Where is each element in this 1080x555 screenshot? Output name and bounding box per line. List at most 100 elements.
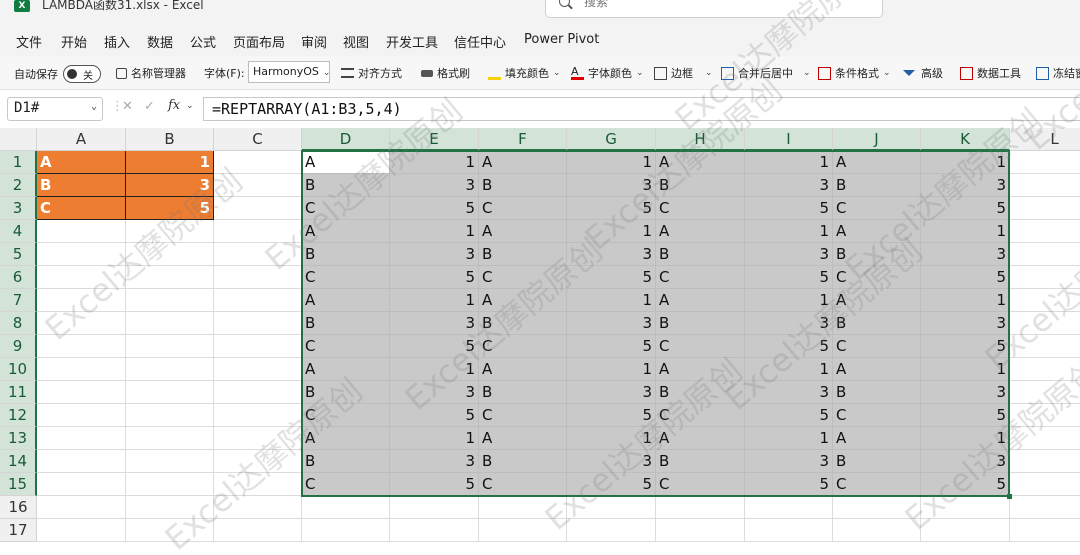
row-header-9[interactable]: 9 (0, 335, 37, 358)
cell-d10[interactable]: A (302, 358, 390, 381)
fill-handle[interactable] (1007, 494, 1012, 499)
cell-a15[interactable] (37, 473, 126, 496)
cell-l15[interactable] (1010, 473, 1080, 496)
chevron-down-icon[interactable]: ⌄ (91, 101, 97, 112)
menu-file[interactable]: 文件 (16, 32, 42, 51)
font-select[interactable]: HarmonyOS ⌄ (248, 61, 330, 83)
cell-j6[interactable]: C (833, 266, 921, 289)
cell-g15[interactable]: 5 (567, 473, 656, 496)
cell-f9[interactable]: C (479, 335, 567, 358)
cell-d9[interactable]: C (302, 335, 390, 358)
row-header-17[interactable]: 17 (0, 519, 37, 542)
cell-h5[interactable]: B (656, 243, 745, 266)
cell-f3[interactable]: C (479, 197, 567, 220)
cell-f4[interactable]: A (479, 220, 567, 243)
cell-c9[interactable] (214, 335, 302, 358)
cell-b3[interactable]: 5 (126, 197, 214, 220)
cell-i6[interactable]: 5 (745, 266, 833, 289)
cell-a7[interactable] (37, 289, 126, 312)
format-painter-button[interactable]: 格式刷 (421, 65, 470, 81)
cell-c17[interactable] (214, 519, 302, 542)
cell-a14[interactable] (37, 450, 126, 473)
cell-d13[interactable]: A (302, 427, 390, 450)
cell-f6[interactable]: C (479, 266, 567, 289)
cell-c15[interactable] (214, 473, 302, 496)
cell-e15[interactable]: 5 (390, 473, 479, 496)
row-header-15[interactable]: 15 (0, 473, 37, 496)
cell-j3[interactable]: C (833, 197, 921, 220)
cell-i4[interactable]: 1 (745, 220, 833, 243)
cell-d8[interactable]: B (302, 312, 390, 335)
cell-f5[interactable]: B (479, 243, 567, 266)
cell-d7[interactable]: A (302, 289, 390, 312)
cell-d17[interactable] (302, 519, 390, 542)
data-tools-button[interactable]: 数据工具 (960, 65, 1021, 81)
cell-e9[interactable]: 5 (390, 335, 479, 358)
menu-view[interactable]: 视图 (343, 32, 369, 51)
cell-j2[interactable]: B (833, 174, 921, 197)
cell-g4[interactable]: 1 (567, 220, 656, 243)
cell-f13[interactable]: A (479, 427, 567, 450)
cell-b2[interactable]: 3 (126, 174, 214, 197)
cell-d2[interactable]: B (302, 174, 390, 197)
cell-i7[interactable]: 1 (745, 289, 833, 312)
cell-g8[interactable]: 3 (567, 312, 656, 335)
cell-e17[interactable] (390, 519, 479, 542)
autosave-control[interactable]: 自动保存 关 (14, 65, 101, 83)
cell-d6[interactable]: C (302, 266, 390, 289)
cell-j8[interactable]: B (833, 312, 921, 335)
cell-l4[interactable] (1010, 220, 1080, 243)
cell-f17[interactable] (479, 519, 567, 542)
row-header-7[interactable]: 7 (0, 289, 37, 312)
chevron-down-icon[interactable]: ⌄ (553, 68, 561, 78)
cell-g6[interactable]: 5 (567, 266, 656, 289)
cell-j14[interactable]: B (833, 450, 921, 473)
cell-d11[interactable]: B (302, 381, 390, 404)
cell-a17[interactable] (37, 519, 126, 542)
row-header-8[interactable]: 8 (0, 312, 37, 335)
cell-j12[interactable]: C (833, 404, 921, 427)
cell-b7[interactable] (126, 289, 214, 312)
column-header-h[interactable]: H (656, 128, 745, 151)
cell-b12[interactable] (126, 404, 214, 427)
cell-i16[interactable] (745, 496, 833, 519)
cell-h9[interactable]: C (656, 335, 745, 358)
conditional-format-button[interactable]: 条件格式 ⌄ (818, 65, 891, 81)
cell-a16[interactable] (37, 496, 126, 519)
cell-k16[interactable] (921, 496, 1010, 519)
menu-page-layout[interactable]: 页面布局 (233, 32, 285, 51)
cell-l13[interactable] (1010, 427, 1080, 450)
cell-k9[interactable]: 5 (921, 335, 1010, 358)
cell-g13[interactable]: 1 (567, 427, 656, 450)
cell-i9[interactable]: 5 (745, 335, 833, 358)
cell-a10[interactable] (37, 358, 126, 381)
worksheet-grid[interactable]: ABCDEFGHIJKL1A1A1A1A1A12B3B3B3B3B33C5C5C… (0, 128, 1080, 555)
cell-i17[interactable] (745, 519, 833, 542)
cell-k3[interactable]: 5 (921, 197, 1010, 220)
cell-a12[interactable] (37, 404, 126, 427)
row-header-12[interactable]: 12 (0, 404, 37, 427)
advanced-filter-button[interactable]: 高级 (903, 65, 943, 81)
cell-e6[interactable]: 5 (390, 266, 479, 289)
cell-a6[interactable] (37, 266, 126, 289)
cell-k2[interactable]: 3 (921, 174, 1010, 197)
cell-j7[interactable]: A (833, 289, 921, 312)
cell-h12[interactable]: C (656, 404, 745, 427)
cell-k17[interactable] (921, 519, 1010, 542)
cell-f15[interactable]: C (479, 473, 567, 496)
cell-f16[interactable] (479, 496, 567, 519)
cell-f14[interactable]: B (479, 450, 567, 473)
cell-j11[interactable]: B (833, 381, 921, 404)
row-header-5[interactable]: 5 (0, 243, 37, 266)
cell-h4[interactable]: A (656, 220, 745, 243)
cell-d5[interactable]: B (302, 243, 390, 266)
cell-g3[interactable]: 5 (567, 197, 656, 220)
row-header-11[interactable]: 11 (0, 381, 37, 404)
merge-center-button[interactable]: 合并后居中 ⌄ (721, 65, 811, 81)
cell-j9[interactable]: C (833, 335, 921, 358)
cell-g1[interactable]: 1 (567, 151, 656, 174)
cell-e10[interactable]: 1 (390, 358, 479, 381)
column-header-a[interactable]: A (37, 128, 126, 151)
cell-k1[interactable]: 1 (921, 151, 1010, 174)
chevron-down-icon[interactable]: ⌄ (186, 101, 194, 111)
